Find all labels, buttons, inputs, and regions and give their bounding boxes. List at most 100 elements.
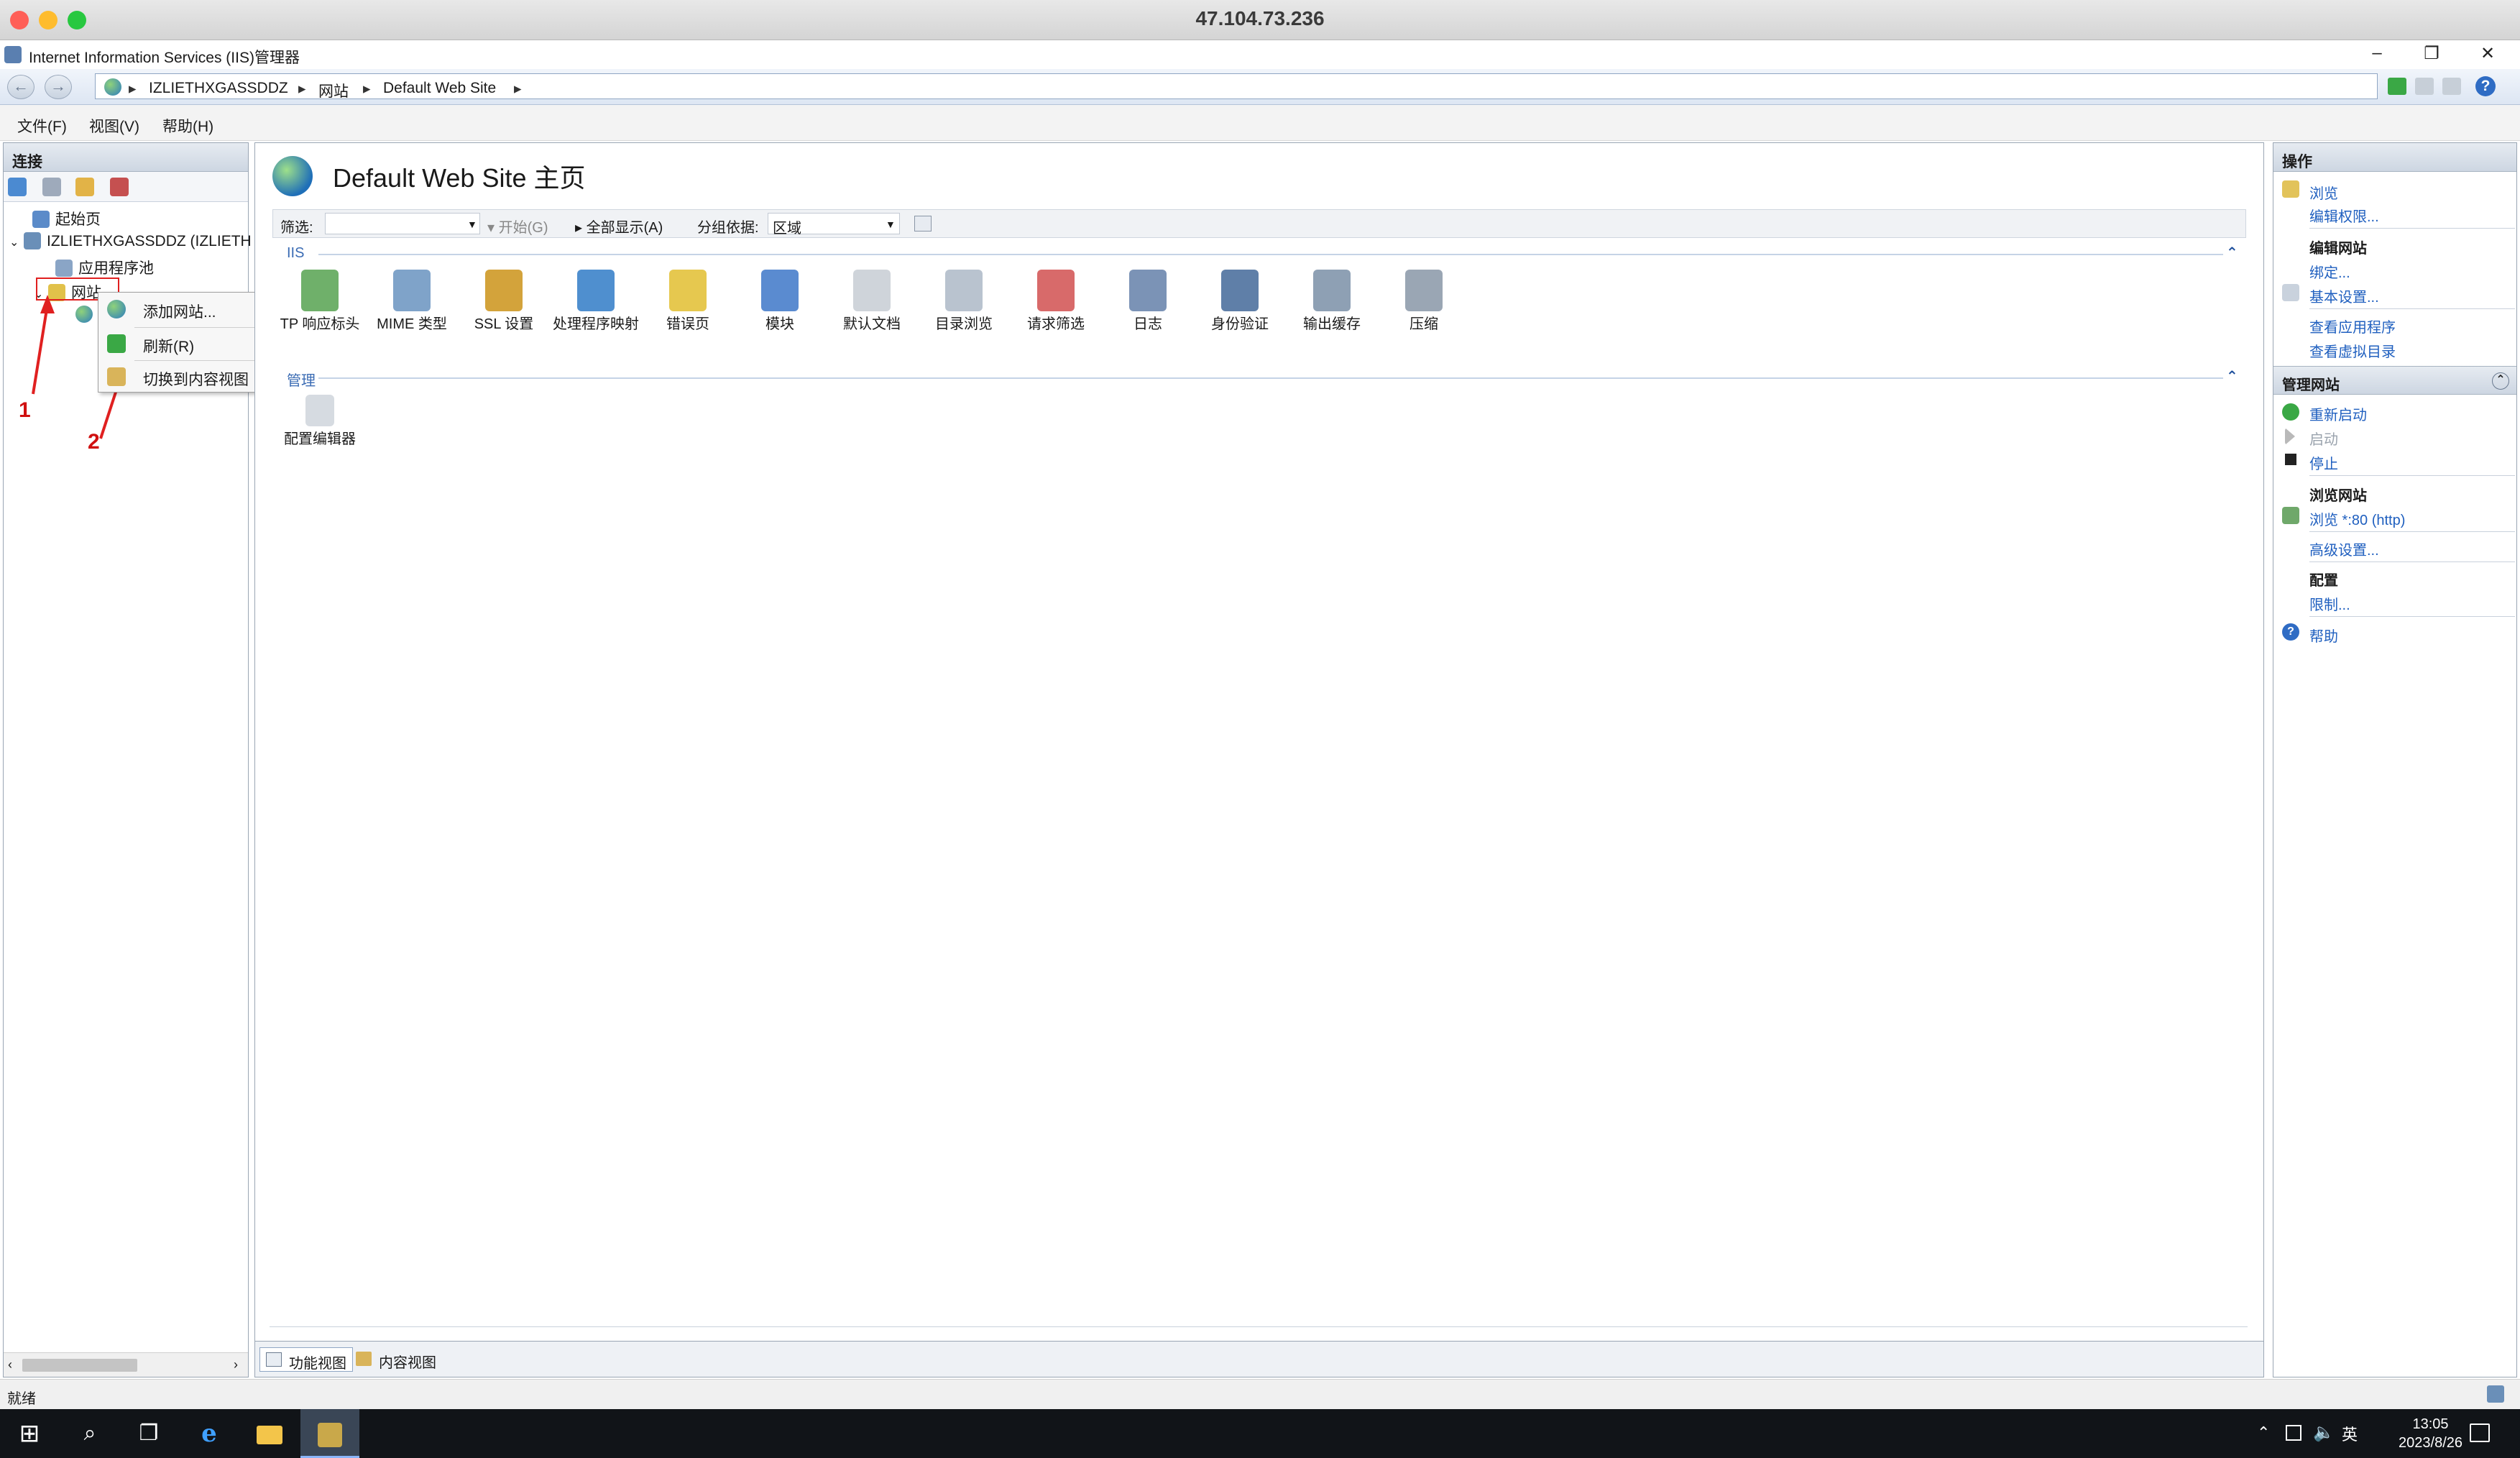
window-title: Internet Information Services (IIS)管理器 [29,50,300,66]
tab-content-view[interactable]: 内容视图 [350,1347,442,1372]
windows-start-icon[interactable]: ⊞ [0,1409,59,1458]
iis-manager-taskbar-icon[interactable] [300,1409,359,1458]
taskbar: ⊞ ⌕ ❐ e ⌃ 🔈 英 13:05 2023/8/26 [0,1409,2520,1458]
content-bottom-border [270,1326,2248,1327]
feature-config-editor[interactable]: 配置编辑器 [274,395,366,449]
file-explorer-icon[interactable] [240,1409,299,1458]
feature-http-headers[interactable]: TP 响应标头 [274,270,366,334]
action-bindings[interactable]: 绑定... [2309,261,2350,282]
feature-mime-types[interactable]: MIME 类型 [366,270,458,334]
tab-feature-view[interactable]: 功能视图 [259,1347,353,1372]
chevron-down-icon[interactable]: ▼ [467,219,477,230]
content-view-icon [356,1352,372,1366]
feature-error-pages[interactable]: 错误页 [642,270,734,334]
scroll-thumb[interactable] [22,1359,137,1372]
task-view-icon[interactable]: ❐ [119,1409,178,1458]
browse-site-icon [2282,507,2299,524]
forward-button[interactable]: → [45,75,72,99]
feature-logging[interactable]: 日志 [1102,270,1194,334]
action-restart[interactable]: 重新启动 [2309,403,2367,424]
tree-start-page[interactable]: 起始页 [32,208,101,229]
horizontal-scrollbar[interactable]: ‹ › [4,1352,248,1377]
window-title-bar: Internet Information Services (IIS)管理器 –… [0,40,2520,69]
divider [2309,475,2515,476]
feature-compression[interactable]: 压缩 [1378,270,1470,334]
globe-icon [107,300,126,318]
action-help[interactable]: 帮助 [2309,625,2338,646]
status-bar: 就绪 [0,1379,2520,1409]
mac-title-bar: 47.104.73.236 [0,0,2520,40]
search-icon[interactable]: ⌕ [60,1409,119,1458]
save-icon[interactable] [42,178,61,196]
action-advanced-settings[interactable]: 高级设置... [2309,538,2379,559]
collapse-icon[interactable]: ⌃ [2226,367,2238,385]
warning-icon [669,270,707,311]
tree-server[interactable]: ⌄ IZLIETHXGASSDDZ (IZLIETH [9,232,252,250]
filter-input[interactable] [325,213,480,234]
back-button[interactable]: ← [7,75,35,99]
modules-icon [761,270,799,311]
globe-icon [104,78,121,96]
feature-output-caching[interactable]: 输出缓存 [1286,270,1378,334]
up-level-icon[interactable] [75,178,94,196]
mime-types-icon [393,270,431,311]
crumb-default-site[interactable]: Default Web Site [383,80,496,97]
action-edit-permissions[interactable]: 编辑权限... [2309,205,2379,226]
show-all-button[interactable]: ▸ 全部显示(A) [575,216,663,237]
compression-icon [1405,270,1443,311]
notifications-icon[interactable] [2470,1423,2490,1442]
close-button[interactable]: ✕ [2470,43,2506,66]
view-mode-icon[interactable] [914,216,932,231]
feature-handler-mappings[interactable]: 处理程序映射 [550,270,642,334]
collapse-icon[interactable]: ⌃ [2492,372,2509,390]
expand-icon[interactable]: ⌄ [9,235,24,249]
action-basic-settings[interactable]: 基本设置... [2309,285,2379,306]
feature-modules[interactable]: 模块 [734,270,826,334]
menu-help[interactable]: 帮助(H) [162,115,213,137]
scroll-left-icon[interactable]: ‹ [8,1357,12,1372]
volume-icon[interactable]: 🔈 [2313,1422,2335,1443]
user-lock-icon [1221,270,1259,311]
divider [2309,561,2515,562]
feature-default-document[interactable]: 默认文档 [826,270,918,334]
home-icon[interactable] [2442,78,2461,95]
restore-button[interactable]: ❐ [2414,43,2450,66]
scroll-right-icon[interactable]: › [234,1357,238,1372]
menu-file[interactable]: 文件(F) [17,115,67,137]
menu-view[interactable]: 视图(V) [89,115,139,137]
chevron-down-icon[interactable]: ▼ [886,219,896,230]
refresh-icon[interactable] [2388,78,2406,95]
minimize-button[interactable]: – [2359,43,2395,66]
action-view-virtual-dirs[interactable]: 查看虚拟目录 [2309,340,2396,361]
feature-directory-browsing[interactable]: 目录浏览 [918,270,1010,334]
actions-header: 操作 [2273,143,2516,172]
feature-ssl[interactable]: SSL 设置 [458,270,550,334]
network-icon[interactable] [2286,1425,2301,1441]
action-stop[interactable]: 停止 [2309,452,2338,473]
breadcrumb[interactable]: ▸ IZLIETHXGASSDDZ ▸ 网站 ▸ Default Web Sit… [95,73,2378,101]
action-view-applications[interactable]: 查看应用程序 [2309,316,2396,336]
stop-icon [2285,454,2296,465]
group-divider [318,254,2223,255]
internet-explorer-icon[interactable]: e [180,1409,239,1458]
stop-icon[interactable] [2415,78,2434,95]
ime-indicator[interactable]: 英 [2342,1422,2358,1445]
group-by-select[interactable]: 区域 [768,213,900,237]
chevron-up-icon[interactable]: ⌃ [2257,1423,2270,1442]
feature-request-filtering[interactable]: 请求筛选 [1010,270,1102,334]
action-browse[interactable]: 浏览 [2309,182,2338,203]
collapse-icon[interactable]: ⌃ [2226,244,2238,262]
clock[interactable]: 13:05 2023/8/26 [2399,1415,2462,1452]
actions-panel: 操作 浏览 编辑权限... 编辑网站 绑定... 基本设置... 查看应用程序 … [2273,142,2517,1377]
feature-authentication[interactable]: 身份验证 [1194,270,1286,334]
menu-bar: 文件(F) 视图(V) 帮助(H) [0,105,2520,141]
crumb-server[interactable]: IZLIETHXGASSDDZ [149,80,288,97]
action-limits[interactable]: 限制... [2309,593,2350,614]
disconnect-icon[interactable] [110,178,129,196]
start-button[interactable]: ▾ 开始(G) [487,216,548,237]
crumb-sites[interactable]: 网站 [318,80,349,101]
connect-icon[interactable] [8,178,27,196]
action-start[interactable]: 启动 [2309,428,2338,449]
action-browse-80[interactable]: 浏览 *:80 (http) [2309,508,2405,529]
help-icon[interactable]: ? [2475,76,2496,96]
